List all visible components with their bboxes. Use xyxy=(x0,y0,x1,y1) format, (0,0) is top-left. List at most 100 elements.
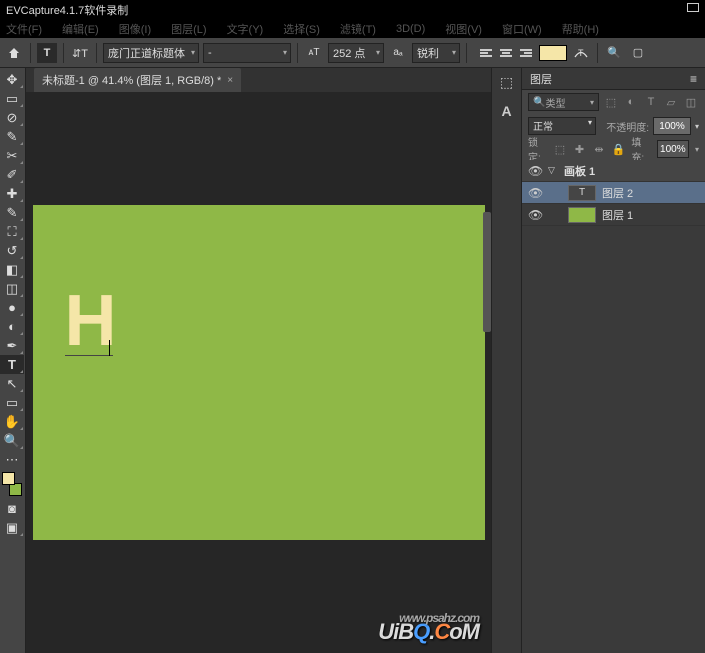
text-align-group xyxy=(477,44,535,62)
eyedropper-tool-icon[interactable]: ✐ xyxy=(0,165,24,184)
screen-mode-icon[interactable]: ▣ xyxy=(0,518,24,537)
text-color-swatch[interactable] xyxy=(539,45,567,61)
filter-adjust-icon[interactable]: ◐ xyxy=(623,94,639,110)
history-brush-icon[interactable]: ↺ xyxy=(0,241,24,260)
menu-file[interactable]: 文件(F) xyxy=(6,21,42,37)
align-right-icon[interactable] xyxy=(517,44,535,62)
antialias-select[interactable]: 锐利▾ xyxy=(412,43,460,63)
titlebar: EVCapture4.1.7软件录制 xyxy=(0,0,705,20)
menu-help[interactable]: 帮助(H) xyxy=(562,21,599,37)
layer-thumb xyxy=(568,207,596,223)
move-tool-icon[interactable]: ✥ xyxy=(0,70,24,89)
align-center-icon[interactable] xyxy=(497,44,515,62)
visibility-icon[interactable]: 👁 xyxy=(528,164,542,178)
visibility-icon[interactable]: 👁 xyxy=(528,208,542,222)
filter-smart-icon[interactable]: ◫ xyxy=(683,94,699,110)
type-tool-icon[interactable]: T xyxy=(0,355,24,374)
artboard-row[interactable]: 👁 ▽ 画板 1 xyxy=(522,160,705,182)
type-tool-icon[interactable]: T xyxy=(37,43,57,63)
brush-tool-icon[interactable]: ✎ xyxy=(0,203,24,222)
menu-layer[interactable]: 图层(L) xyxy=(171,21,206,37)
text-cursor xyxy=(109,340,110,356)
aa-icon: aₐ xyxy=(388,43,408,63)
menu-image[interactable]: 图像(I) xyxy=(119,21,151,37)
hand-tool-icon[interactable]: ✋ xyxy=(0,412,24,431)
eraser-tool-icon[interactable]: ◧ xyxy=(0,260,24,279)
font-size-select[interactable]: 252 点▾ xyxy=(328,43,384,63)
filter-type-icon[interactable]: T xyxy=(643,94,659,110)
align-left-icon[interactable] xyxy=(477,44,495,62)
lock-all-icon[interactable]: 🔒 xyxy=(612,141,626,157)
crop-tool-icon[interactable]: ✂ xyxy=(0,146,24,165)
layer-search[interactable]: 🔍 类型 ▾ xyxy=(528,93,599,111)
menu-edit[interactable]: 编辑(E) xyxy=(62,21,99,37)
opacity-input[interactable]: 100% xyxy=(653,117,691,135)
artboard-name: 画板 1 xyxy=(564,163,595,179)
blend-mode-select[interactable]: 正常▾ xyxy=(528,117,596,135)
character-panel-icon[interactable]: 🔍 xyxy=(604,43,624,63)
character-panel-icon[interactable]: A xyxy=(501,103,511,119)
path-select-icon[interactable]: ↖ xyxy=(0,374,24,393)
expand-icon[interactable]: ▽ xyxy=(548,165,558,176)
document-tab[interactable]: 未标题-1 @ 41.4% (图层 1, RGB/8) * × xyxy=(34,68,241,92)
foreground-color[interactable] xyxy=(2,472,15,485)
menu-3d[interactable]: 3D(D) xyxy=(396,23,425,35)
zoom-tool-icon[interactable]: 🔍 xyxy=(0,431,24,450)
grid-icon[interactable] xyxy=(687,3,699,12)
close-tab-icon[interactable]: × xyxy=(227,75,233,86)
lasso-tool-icon[interactable]: ⊘ xyxy=(0,108,24,127)
window-controls xyxy=(687,3,699,12)
layer-name[interactable]: 图层 2 xyxy=(602,185,633,201)
more-tools-icon[interactable]: ⋯ xyxy=(0,450,24,469)
stamp-tool-icon[interactable]: ⛶ xyxy=(0,222,24,241)
fill-input[interactable]: 100% xyxy=(657,140,689,158)
filter-image-icon[interactable]: ⬚ xyxy=(603,94,619,110)
marquee-tool-icon[interactable]: ▭ xyxy=(0,89,24,108)
workarea: 未标题-1 @ 41.4% (图层 1, RGB/8) * × H www.ps… xyxy=(26,68,491,653)
filter-shape-icon[interactable]: ▱ xyxy=(663,94,679,110)
orientation-icon[interactable]: ⇵T xyxy=(70,43,90,63)
layer-row[interactable]: 👁 图层 1 xyxy=(522,204,705,226)
layer-filter-row: 🔍 类型 ▾ ⬚ ◐ T ▱ ◫ xyxy=(522,90,705,114)
menu-window[interactable]: 窗口(W) xyxy=(502,21,542,37)
color-picker[interactable] xyxy=(0,472,24,496)
opacity-arrow-icon[interactable]: ▾ xyxy=(695,122,699,131)
panel-menu-icon[interactable]: ≡ xyxy=(690,72,697,86)
menu-type[interactable]: 文字(Y) xyxy=(227,21,264,37)
quick-select-tool-icon[interactable]: ✎ xyxy=(0,127,24,146)
home-icon[interactable] xyxy=(4,43,24,63)
menu-view[interactable]: 视图(V) xyxy=(445,21,482,37)
visibility-icon[interactable]: 👁 xyxy=(528,186,542,200)
healing-tool-icon[interactable]: ✚ xyxy=(0,184,24,203)
collapsed-panels: ⬚ A xyxy=(491,68,521,653)
menubar: 文件(F) 编辑(E) 图像(I) 图层(L) 文字(Y) 选择(S) 滤镜(T… xyxy=(0,20,705,38)
layer-name[interactable]: 图层 1 xyxy=(602,207,633,223)
font-family-select[interactable]: 庞门正道标题体▾ xyxy=(103,43,199,63)
lock-row: 锁定: ⬚ ✚ ⇹ 🔒 填充: 100% ▾ xyxy=(522,138,705,160)
layer-row[interactable]: 👁 T 图层 2 xyxy=(522,182,705,204)
blur-tool-icon[interactable]: ● xyxy=(0,298,24,317)
menu-select[interactable]: 选择(S) xyxy=(283,21,320,37)
dodge-tool-icon[interactable]: ◐ xyxy=(0,317,24,336)
scrollbar[interactable] xyxy=(483,212,491,332)
layer-thumb-text: T xyxy=(568,185,596,201)
lock-pixels-icon[interactable]: ⬚ xyxy=(553,141,567,157)
fill-arrow-icon[interactable]: ▾ xyxy=(695,145,699,154)
history-panel-icon[interactable]: ⬚ xyxy=(500,74,513,91)
lock-position-icon[interactable]: ✚ xyxy=(573,141,587,157)
warp-text-icon[interactable]: T xyxy=(571,43,591,63)
layers-panel-tab[interactable]: 图层 ≡ xyxy=(522,68,705,90)
panels: 图层 ≡ 🔍 类型 ▾ ⬚ ◐ T ▱ ◫ 正常▾ 不透明度: 100% ▾ 锁… xyxy=(521,68,705,653)
document-tabs: 未标题-1 @ 41.4% (图层 1, RGB/8) * × xyxy=(26,68,491,92)
3d-icon[interactable]: ▢ xyxy=(628,43,648,63)
rectangle-tool-icon[interactable]: ▭ xyxy=(0,393,24,412)
quickmask-icon[interactable]: ◙ xyxy=(0,499,24,518)
lock-artboard-icon[interactable]: ⇹ xyxy=(592,141,606,157)
svg-text:T: T xyxy=(578,48,584,58)
font-style-select[interactable]: -▾ xyxy=(203,43,291,63)
gradient-tool-icon[interactable]: ◫ xyxy=(0,279,24,298)
canvas[interactable]: H xyxy=(33,205,485,540)
pen-tool-icon[interactable]: ✒ xyxy=(0,336,24,355)
canvas-wrap[interactable]: H xyxy=(26,92,491,653)
menu-filter[interactable]: 滤镜(T) xyxy=(340,21,376,37)
